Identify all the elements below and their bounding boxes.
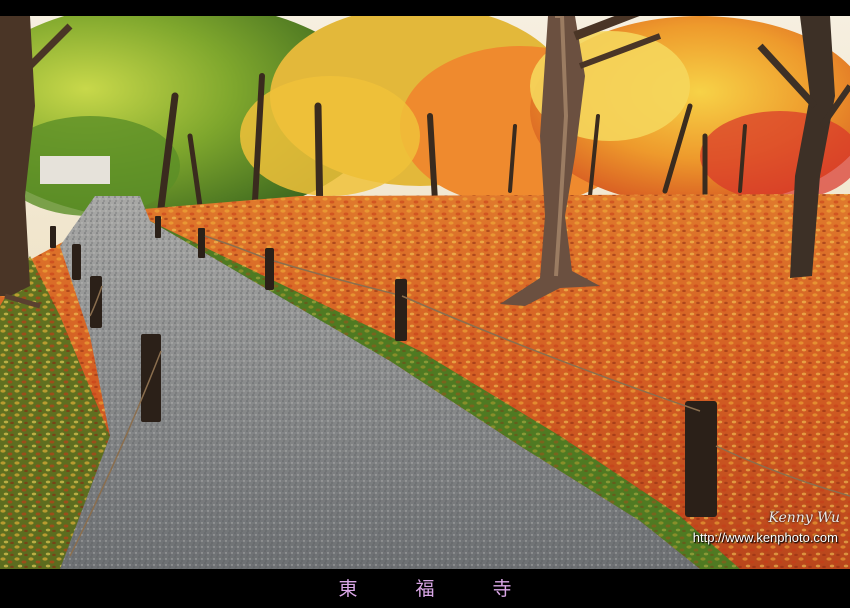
watermark-url: http://www.kenphoto.com — [692, 530, 838, 545]
photographer-signature: Kenny Wu — [768, 510, 840, 526]
photo-illustration — [0, 16, 850, 569]
photo-frame: Kenny Wu http://www.kenphoto.com 東 福 寺 — [0, 0, 850, 608]
autumn-garden-photo — [0, 16, 850, 569]
photo-caption-title: 東 福 寺 — [338, 578, 538, 600]
